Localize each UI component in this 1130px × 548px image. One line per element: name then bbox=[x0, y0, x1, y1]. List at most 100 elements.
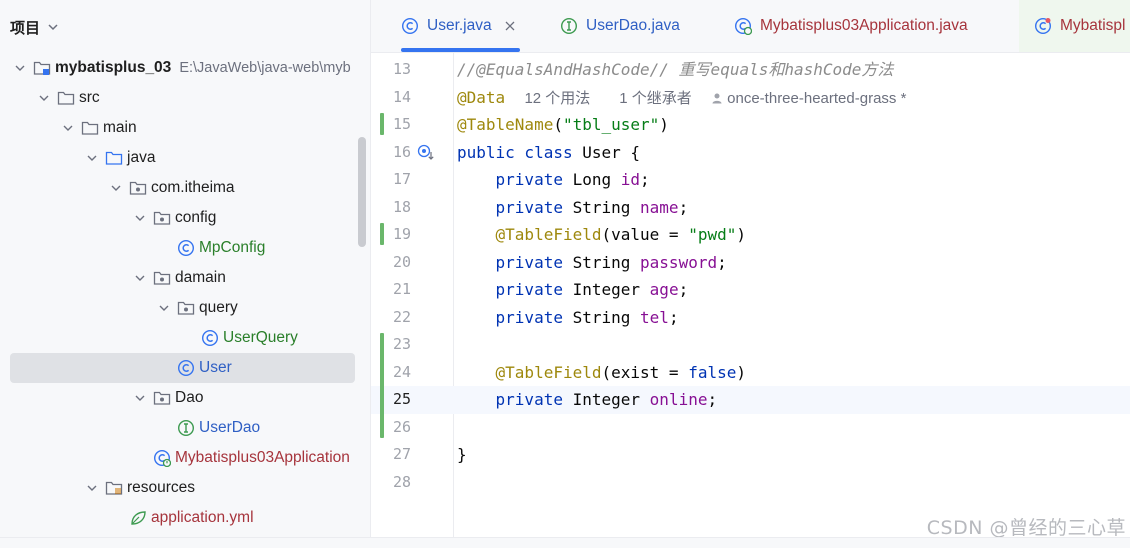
line-number: 25 bbox=[392, 390, 411, 408]
code-line: 13 //@EqualsAndHashCode// 重写equals和hashC… bbox=[371, 56, 1130, 84]
tree-item-mpconfig[interactable]: MpConfig bbox=[10, 233, 355, 263]
tree-item-label: java bbox=[127, 149, 156, 166]
chevron-down-icon[interactable] bbox=[12, 60, 28, 76]
tree-item-label: UserDao bbox=[199, 419, 261, 436]
line-number: 21 bbox=[392, 280, 411, 298]
user-icon bbox=[712, 93, 722, 103]
spring-leaf-icon bbox=[128, 509, 147, 527]
chevron-down-icon[interactable] bbox=[46, 20, 60, 34]
code-text: private Integer online; bbox=[495, 390, 718, 409]
project-tool-window: 项目 mybatisplus_03 E:\JavaWeb\java-web\my… bbox=[0, 0, 371, 547]
tree-item-userquery[interactable]: UserQuery bbox=[10, 323, 355, 353]
code-text: //@EqualsAndHashCode// 重写equals和hashCode… bbox=[457, 60, 894, 79]
tab-label: UserDao.java bbox=[586, 17, 680, 34]
tree-item-dao[interactable]: Dao bbox=[10, 383, 355, 413]
chevron-down-icon[interactable] bbox=[132, 390, 148, 406]
code-text: @TableField(exist = false) bbox=[495, 362, 747, 382]
tab-mybatisplus03application-java[interactable]: Mybatisplus03Application.java bbox=[734, 0, 968, 52]
tree-item-label: MpConfig bbox=[199, 239, 266, 256]
code-line: 21 private Integer age; bbox=[371, 276, 1130, 304]
tree-item-damain[interactable]: damain bbox=[10, 263, 355, 293]
line-number: 26 bbox=[392, 417, 411, 436]
tree-item-main[interactable]: main bbox=[10, 113, 355, 143]
folder-icon bbox=[80, 119, 99, 137]
editor-tab-bar: User.java UserDao.java Mybatisplus03Appl… bbox=[371, 0, 1130, 53]
code-editor[interactable]: 13 //@EqualsAndHashCode// 重写equals和hashC… bbox=[371, 53, 1130, 537]
spring-boot-class-icon bbox=[152, 449, 171, 467]
line-number: 14 bbox=[392, 87, 411, 106]
usages-hint[interactable]: 12 个用法 bbox=[524, 90, 590, 107]
tree-item-config[interactable]: config bbox=[10, 203, 355, 233]
spring-boot-class-icon bbox=[734, 17, 752, 35]
chevron-down-icon[interactable] bbox=[84, 480, 100, 496]
class-icon bbox=[176, 239, 195, 257]
project-scrollbar[interactable] bbox=[358, 137, 366, 247]
annotation-data: @Data bbox=[457, 87, 506, 107]
tab-label: Mybatispl bbox=[1060, 17, 1126, 34]
tree-item-application-yml[interactable]: application.yml bbox=[10, 503, 355, 533]
tab-mybatispl-partial[interactable]: Mybatispl bbox=[1034, 0, 1125, 52]
tree-item-label: Dao bbox=[175, 389, 204, 406]
line-number: 27 bbox=[392, 445, 411, 463]
code-line: 28 bbox=[371, 469, 1130, 497]
tree-item-label: src bbox=[79, 89, 100, 106]
vcs-change-marker[interactable] bbox=[380, 113, 384, 135]
package-icon bbox=[152, 389, 171, 407]
vcs-change-marker[interactable] bbox=[380, 223, 384, 245]
line-number: 18 bbox=[392, 197, 411, 216]
code-line: 19 @TableField(value = "pwd") bbox=[371, 221, 1130, 249]
tree-item-label: query bbox=[199, 299, 238, 316]
tree-item-java[interactable]: java bbox=[10, 143, 355, 173]
tab-user-java[interactable]: User.java bbox=[401, 0, 520, 52]
chevron-down-icon[interactable] bbox=[132, 210, 148, 226]
tree-item-label: UserQuery bbox=[223, 329, 298, 346]
code-text: private String name; bbox=[495, 197, 689, 217]
tree-item-label: application.yml bbox=[151, 509, 254, 526]
code-text: private Integer age; bbox=[495, 280, 689, 299]
tree-item-user[interactable]: User bbox=[10, 353, 355, 383]
tree-item-resources[interactable]: resources bbox=[10, 473, 355, 503]
tree-item-mybatisplus03application[interactable]: Mybatisplus03Application bbox=[10, 443, 355, 473]
close-icon[interactable] bbox=[504, 20, 516, 32]
tree-item-src[interactable]: src bbox=[10, 83, 355, 113]
line-number: 28 bbox=[392, 472, 411, 491]
chevron-down-icon[interactable] bbox=[36, 90, 52, 106]
code-text: @TableField(value = "pwd") bbox=[495, 225, 747, 244]
tab-userdao-java[interactable]: UserDao.java bbox=[560, 0, 680, 52]
tree-item-project-root[interactable]: mybatisplus_03 E:\JavaWeb\java-web\myb bbox=[10, 53, 355, 83]
source-folder-icon bbox=[104, 149, 123, 167]
chevron-down-icon[interactable] bbox=[60, 120, 76, 136]
code-line: 26 bbox=[371, 414, 1130, 442]
line-number: 16 bbox=[392, 142, 411, 161]
chevron-down-icon[interactable] bbox=[156, 300, 172, 316]
tab-label: Mybatisplus03Application.java bbox=[760, 17, 968, 34]
folder-icon bbox=[56, 89, 75, 107]
tree-item-label: User bbox=[199, 359, 232, 376]
chevron-down-icon[interactable] bbox=[108, 180, 124, 196]
project-panel-header[interactable]: 项目 bbox=[0, 0, 370, 54]
tree-item-label: mybatisplus_03 bbox=[55, 59, 172, 76]
line-number: 22 bbox=[392, 307, 411, 326]
code-line: 27 } bbox=[371, 441, 1130, 469]
code-text: public class User { bbox=[457, 142, 641, 162]
tree-item-label: com.itheima bbox=[151, 179, 235, 196]
vcs-change-marker[interactable] bbox=[380, 333, 384, 438]
line-number: 13 bbox=[392, 60, 411, 78]
code-text: private String password; bbox=[495, 252, 727, 272]
code-line: 22 private String tel; bbox=[371, 304, 1130, 332]
author-hint[interactable]: once-three-hearted-grass * bbox=[711, 90, 906, 107]
chevron-down-icon[interactable] bbox=[84, 150, 100, 166]
code-line: 20 private String password; bbox=[371, 249, 1130, 277]
inheritors-hint[interactable]: 1 个继承者 bbox=[619, 90, 692, 107]
code-line: 15 @TableName("tbl_user") bbox=[371, 111, 1130, 139]
tree-item-label: Mybatisplus03Application bbox=[175, 449, 350, 466]
line-number: 15 bbox=[392, 115, 411, 133]
tree-item-com-itheima[interactable]: com.itheima bbox=[10, 173, 355, 203]
tree-item-query[interactable]: query bbox=[10, 293, 355, 323]
chevron-down-icon[interactable] bbox=[132, 270, 148, 286]
line-number: 19 bbox=[392, 225, 411, 243]
implemented-marker-icon[interactable] bbox=[417, 144, 435, 162]
package-icon bbox=[152, 209, 171, 227]
tree-item-userdao[interactable]: UserDao bbox=[10, 413, 355, 443]
resources-folder-icon bbox=[104, 479, 123, 497]
